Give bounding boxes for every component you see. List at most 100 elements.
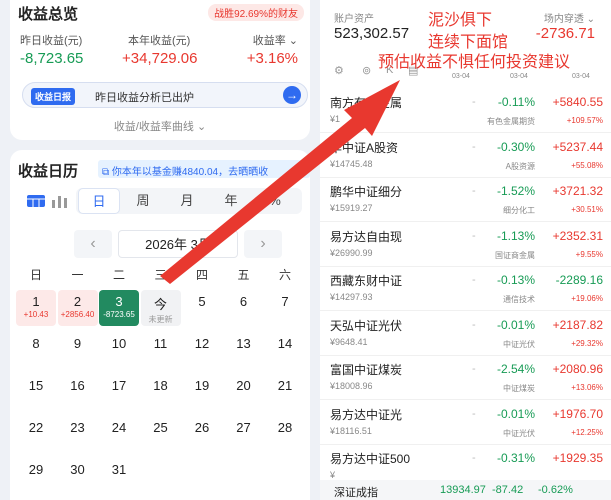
calendar-day[interactable]: 26 [182, 416, 222, 452]
index-name: 深证成指 [334, 487, 378, 499]
calendar-day[interactable]: 11 [141, 332, 181, 368]
calendar-day[interactable]: 22 [16, 416, 56, 452]
fund-placeholder: - [472, 96, 476, 108]
calendar-day[interactable]: 14 [265, 332, 305, 368]
fund-amount: ¥14745.48 [330, 158, 373, 169]
day-number: 15 [28, 378, 44, 393]
tab-3[interactable]: 年 [210, 188, 252, 214]
day-number: 9 [73, 336, 82, 351]
offsite-toggle[interactable]: 场内穿透 ⌄ [544, 10, 595, 25]
index-pct: -0.62% [538, 484, 573, 496]
fund-name: 西藏东财中证 [330, 274, 403, 288]
calendar-day[interactable]: 20 [224, 374, 264, 410]
calendar-day[interactable]: 1 +10.43 [16, 290, 56, 326]
chevron-left-icon[interactable]: ‹ [74, 230, 112, 258]
period-tabs: 日周月年% [76, 188, 302, 214]
calendar-day[interactable]: 7 [265, 290, 305, 326]
fund-change-pct: -0.31% [496, 451, 535, 465]
rank-badge[interactable]: 战胜92.69%的财友 [208, 4, 304, 21]
overlay-line-3: 预估收益不惧任何投资建议 [378, 54, 571, 71]
tab-0[interactable]: 日 [78, 188, 120, 214]
day-number: 20 [236, 378, 251, 393]
calendar-day[interactable]: 24 [99, 416, 139, 452]
calendar-day[interactable]: 29 [16, 458, 56, 494]
weekday-header: 六 [278, 268, 291, 282]
weekday-header: 一 [71, 268, 84, 282]
fund-row[interactable]: 易方达中证光 ¥18116.51 - -0.01% 中证光伏 +1976.70 +12.25… [320, 400, 611, 445]
weekday-header: 三 [154, 268, 167, 282]
calendar-day[interactable]: 8 [16, 332, 56, 368]
fund-row[interactable]: 天弘中证光伏 ¥9648.41 - -0.01% 中证光伏 +2187.82 +29.32% [320, 311, 611, 356]
calendar-day[interactable]: 18 [141, 374, 181, 410]
calendar-day[interactable]: 16 [58, 374, 98, 410]
fund-placeholder: - [472, 407, 476, 420]
fund-return-pct: +30.51% [571, 205, 603, 214]
day-number: 29 [28, 462, 44, 477]
fund-row[interactable]: 易方达自由现 ¥26990.99 - -1.13% 国证商金属 +2352.31 +9.55… [320, 222, 611, 267]
daily-report-tag: 收益日报 [31, 88, 76, 105]
calendar-day[interactable]: 30 [58, 458, 98, 494]
calendar-day[interactable]: 13 [224, 332, 264, 368]
filter-icon[interactable]: ⊚ [362, 64, 371, 77]
calendar-day[interactable]: 31 [99, 458, 139, 494]
calendar-day[interactable]: 19 [182, 374, 222, 410]
bar-chart-icon[interactable] [50, 194, 70, 208]
calendar-day[interactable]: 15 [16, 374, 56, 410]
arrow-right-icon[interactable]: → [283, 86, 301, 104]
fund-earnings: +2080.96 [552, 362, 603, 376]
fund-row[interactable]: 鹏华中证细分 ¥15919.27 - -1.52% 细分化工 +3721.32 +30.51… [320, 177, 611, 222]
fund-change-pct: -1.52% [496, 184, 535, 198]
fund-category: 中证光伏 [503, 339, 535, 349]
day-earnings: 未更新 [148, 315, 173, 324]
tab-1[interactable]: 周 [122, 188, 164, 214]
tab-4[interactable]: % [254, 188, 296, 214]
day-number: 27 [236, 420, 251, 435]
index-ticker[interactable]: 深证成指 13934.97 -87.42 -0.62% [320, 480, 611, 500]
day-number: 31 [111, 462, 127, 477]
daily-report-bar[interactable]: 收益日报 昨日收益分析已出炉 → [22, 82, 308, 108]
fund-category: A股资源 [505, 161, 535, 171]
fund-row[interactable]: 华中证A股资 ¥14745.48 - -0.30% A股资源 +5237.44 +55.08… [320, 133, 611, 178]
calendar-day[interactable]: 9 [58, 332, 98, 368]
fund-amount: ¥15919.27 [330, 203, 373, 213]
calendar-grid-icon[interactable] [26, 194, 46, 208]
calendar-day[interactable]: 6 [224, 290, 264, 326]
calendar-day[interactable]: 17 [99, 374, 139, 410]
fund-name: 南方有色金属 [330, 96, 403, 110]
calendar-day[interactable]: 10 [99, 332, 139, 368]
day-number: 11 [153, 336, 168, 351]
fund-amount: ¥9648.41 [330, 336, 368, 347]
calendar-day[interactable]: 3 -8723.65 [99, 290, 139, 326]
month-label[interactable]: 2026年 3月 [118, 230, 238, 258]
calendar-day[interactable]: 21 [265, 374, 305, 410]
chevron-right-icon[interactable]: › [244, 230, 282, 258]
tab-2[interactable]: 月 [166, 188, 208, 214]
fund-category: 细分化工 [503, 206, 535, 215]
calendar-day[interactable]: 28 [265, 416, 305, 452]
chevron-down-icon: ⌄ [288, 35, 298, 47]
fund-row[interactable]: 富国中证煤炭 ¥18008.96 - -2.54% 中证煤炭 +2080.96 +13.06… [320, 355, 611, 400]
day-number: 8 [32, 336, 40, 351]
fund-category: 中证光伏 [503, 428, 535, 438]
day-number: 3 [115, 294, 123, 309]
settings-icon[interactable]: ⚙ [334, 64, 344, 77]
calendar-day[interactable]: 27 [224, 416, 264, 452]
day-number: 26 [194, 420, 210, 435]
fund-name: 富国中证煤炭 [330, 363, 403, 377]
rate-selector[interactable]: 收益率 ⌄ [253, 32, 298, 48]
calendar-day[interactable]: 12 [182, 332, 222, 368]
calendar-day[interactable]: 今未更新 [140, 290, 181, 326]
weekday-header: 二 [112, 268, 125, 282]
calendar-day[interactable]: 23 [58, 416, 98, 452]
share-banner[interactable]: ⧉ 你本年以基金赚4840.04，去晒晒收 [98, 160, 310, 178]
curve-toggle[interactable]: 收益/收益率曲线 ⌄ [0, 118, 320, 134]
fund-row[interactable]: 西藏东财中证 ¥14297.93 - -0.13% 通信技术 -2289.16 +19.06… [320, 266, 611, 311]
calendar-day[interactable]: 25 [141, 416, 181, 452]
fund-row[interactable]: 南方有色金属 ¥1 - -0.11% 有色金属期货 +5840.55 +109.57% [320, 88, 611, 133]
weekday-header: 日 [29, 268, 42, 282]
day-number: 5 [198, 294, 206, 309]
fund-change-pct: -0.01% [496, 317, 535, 332]
calendar-day[interactable]: 5 [182, 290, 222, 326]
fund-category: 中证煤炭 [503, 384, 535, 393]
calendar-day[interactable]: 2 +2856.40 [57, 290, 98, 326]
